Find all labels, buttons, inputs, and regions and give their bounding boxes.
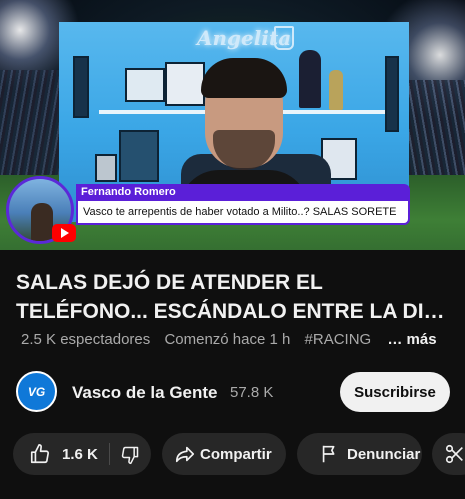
superchat-message-box: Vasco te arrepentis de haber votado a Mi…	[76, 201, 410, 225]
wall-frame	[385, 56, 399, 132]
action-bar: 1.6 K Compartir Denunciar	[13, 433, 465, 475]
player-figure	[299, 50, 321, 108]
video-meta[interactable]: 2.5 K espectadores Comenzó hace 1 h #RAC…	[21, 331, 447, 348]
racing-crest-frame	[125, 68, 165, 102]
like-count[interactable]: 1.6 K	[62, 446, 98, 463]
video-title[interactable]: SALAS DEJÓ DE ATENDER EL TELÉFONO... ESC…	[16, 268, 456, 326]
share-label: Compartir	[200, 446, 272, 463]
trophy-icon	[329, 70, 343, 110]
streamer-hair	[201, 58, 287, 98]
wall-frame	[73, 56, 89, 118]
video-player[interactable]: Angelita Fernando Romero Vasco te arrepe…	[0, 0, 465, 250]
avatar-person	[31, 203, 53, 241]
video-title-line-1: SALAS DEJÓ DE ATENDER EL	[16, 271, 323, 294]
share-arrow-icon	[174, 443, 196, 465]
youtube-play-icon	[52, 224, 76, 242]
thumbs-up-icon[interactable]	[29, 443, 51, 465]
wall-frame	[95, 154, 117, 182]
like-dislike-pill: 1.6 K	[13, 433, 151, 475]
report-button[interactable]: Denunciar	[297, 433, 422, 475]
superchat-name: Fernando Romero	[81, 186, 176, 198]
share-button[interactable]: Compartir	[162, 433, 286, 475]
superchat-message: Vasco te arrepentis de haber votado a Mi…	[83, 206, 397, 218]
channel-row: VG Vasco de la Gente 57.8 K Suscribirse	[16, 371, 456, 413]
superchat-name-bar: Fernando Romero	[76, 184, 410, 201]
thumbs-down-icon[interactable]	[119, 444, 141, 466]
flag-icon	[319, 443, 341, 465]
clip-button[interactable]	[432, 433, 465, 475]
channel-avatar-text: VG	[27, 384, 46, 399]
report-label: Denunciar	[347, 446, 421, 463]
hashtag-link[interactable]: #RACING	[305, 331, 372, 348]
subscriber-count: 57.8 K	[230, 384, 274, 401]
subscribe-button[interactable]: Suscribirse	[340, 372, 450, 412]
scissors-icon	[444, 443, 465, 465]
viewer-count: 2.5 K espectadores	[21, 331, 151, 348]
show-more-link[interactable]: … más	[387, 331, 436, 348]
video-title-line-2: TELÉFONO... ESCÁNDALO ENTRE LA DI…	[16, 300, 445, 323]
wall-frame	[119, 130, 159, 182]
jersey-frame	[165, 62, 205, 106]
start-time: Comenzó hace 1 h	[164, 331, 291, 348]
stadium-crowd-right	[405, 80, 465, 180]
neon-crown-icon	[274, 26, 294, 50]
stadium-crowd-left	[0, 70, 60, 180]
like-divider	[109, 443, 110, 465]
channel-avatar[interactable]: VG	[16, 371, 57, 412]
channel-name[interactable]: Vasco de la Gente	[72, 383, 218, 403]
